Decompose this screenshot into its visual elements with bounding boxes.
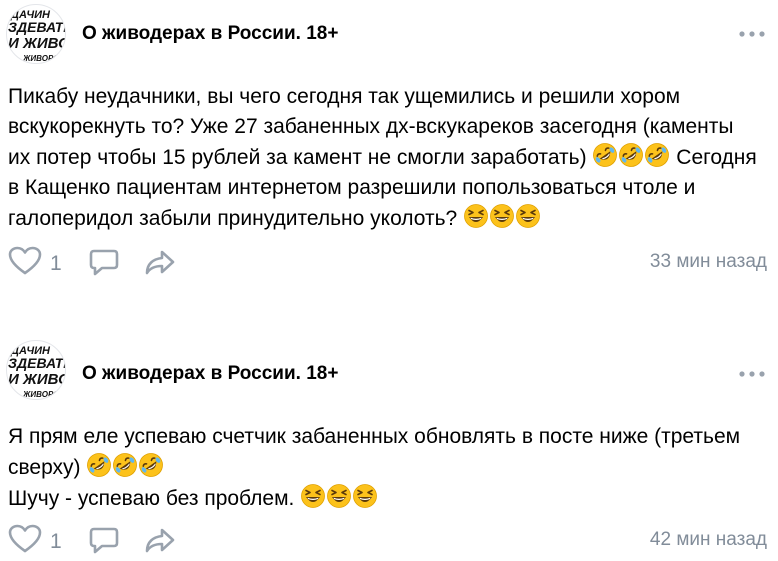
rolling-on-floor-laughing-icon xyxy=(592,142,618,168)
share-arrow-icon xyxy=(144,250,176,282)
rolling-on-floor-laughing-icon xyxy=(86,452,112,478)
comment-button[interactable] xyxy=(88,526,120,561)
emoji-group xyxy=(86,453,164,479)
grinning-squinting-icon xyxy=(300,483,326,509)
text-segment: сверху) xyxy=(8,456,81,479)
comment-bubble-icon xyxy=(88,527,120,560)
post-time-link[interactable]: 42 мин назад xyxy=(650,529,767,551)
text-segment: Шучу - успеваю без проблем. xyxy=(8,487,295,510)
avatar-logo: ДАЧИН ЗДЕВАТЕ И ЖИВО ЖИВОРО xyxy=(8,9,65,63)
grinning-squinting-icon xyxy=(463,203,489,229)
more-dots-icon[interactable] xyxy=(738,22,766,46)
rolling-on-floor-laughing-icon xyxy=(644,142,670,168)
group-avatar[interactable]: ДАЧИН ЗДЕВАТЕ И ЖИВО ЖИВОРО xyxy=(6,340,66,400)
post-actions: 1 33 мин назад xyxy=(8,246,773,280)
post-actions: 1 42 мин назад xyxy=(8,524,773,558)
avatar-text-line: И ЖИВО xyxy=(8,35,65,52)
post-time-link[interactable]: 33 мин назад xyxy=(650,251,767,273)
text-line: сверху) xyxy=(8,452,773,483)
like-button[interactable]: 1 xyxy=(8,246,62,281)
post-text: Я прям еле успеваю счетчик забаненных об… xyxy=(8,422,773,514)
like-button[interactable]: 1 xyxy=(8,524,62,559)
heart-outline-icon xyxy=(8,524,42,559)
avatar-text-line: И ЖИВО xyxy=(8,371,65,388)
text-line: Я прям еле успеваю счетчик забаненных об… xyxy=(8,425,741,448)
avatar-text-line: ЖИВОРО xyxy=(22,54,60,63)
text-line: Шучу - успеваю без проблем. xyxy=(8,483,773,514)
group-name-link[interactable]: О живодерах в России. 18+ xyxy=(82,362,338,386)
rolling-on-floor-laughing-icon xyxy=(138,452,164,478)
grinning-squinting-icon xyxy=(515,203,541,229)
avatar-logo: ДАЧИН ЗДЕВАТЕ И ЖИВО ЖИВОРО xyxy=(8,345,65,399)
text-segment: галоперидол забыли принудительно уколоть… xyxy=(8,207,458,230)
emoji-group xyxy=(592,143,670,169)
post: ДАЧИН ЗДЕВАТЕ И ЖИВО ЖИВОРО О живодерах … xyxy=(0,300,778,558)
post-text: Пикабу неудачники, вы чего сегодня так у… xyxy=(8,82,773,234)
comment-bubble-icon xyxy=(88,249,120,282)
grinning-squinting-icon xyxy=(326,483,352,509)
like-count: 1 xyxy=(50,529,62,553)
grinning-squinting-icon xyxy=(352,483,378,509)
avatar-text-line: ЗДЕВАТЕ xyxy=(8,355,65,371)
text-line: вскукорекнуть то? Уже 27 забаненных дх-в… xyxy=(8,115,734,138)
rolling-on-floor-laughing-icon xyxy=(112,452,138,478)
grinning-squinting-icon xyxy=(489,203,515,229)
group-avatar[interactable]: ДАЧИН ЗДЕВАТЕ И ЖИВО ЖИВОРО xyxy=(6,4,66,64)
text-segment: их потер чтобы 15 рублей за камент не см… xyxy=(8,146,587,169)
comment-button[interactable] xyxy=(88,248,120,283)
heart-outline-icon xyxy=(8,246,42,281)
avatar-text-line: ЖИВОРО xyxy=(22,390,60,399)
text-line: галоперидол забыли принудительно уколоть… xyxy=(8,203,773,234)
text-segment: Сегодня xyxy=(676,146,757,169)
emoji-group xyxy=(463,204,541,230)
group-name-link[interactable]: О живодерах в России. 18+ xyxy=(82,22,338,46)
share-button[interactable] xyxy=(144,248,176,283)
post: ДАЧИН ЗДЕВАТЕ И ЖИВО ЖИВОРО О живодерах … xyxy=(0,0,778,300)
text-line: Пикабу неудачники, вы чего сегодня так у… xyxy=(8,85,681,108)
text-line: в Кащенко пациентам интернетом разрешили… xyxy=(8,176,696,199)
share-arrow-icon xyxy=(144,528,176,560)
more-dots-icon[interactable] xyxy=(738,362,766,386)
avatar-text-line: ЗДЕВАТЕ xyxy=(8,19,65,35)
text-line: их потер чтобы 15 рублей за камент не см… xyxy=(8,142,773,173)
rolling-on-floor-laughing-icon xyxy=(618,142,644,168)
like-count: 1 xyxy=(50,251,62,275)
emoji-group xyxy=(300,484,378,510)
share-button[interactable] xyxy=(144,526,176,561)
